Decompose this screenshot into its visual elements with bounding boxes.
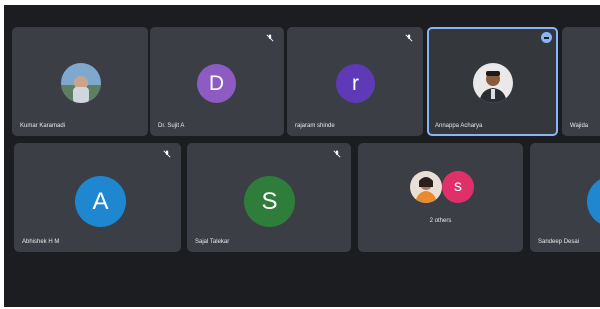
- participant-tile-sajal-talekar[interactable]: S Sajal Talekar: [187, 143, 351, 252]
- participant-tile-kumar-karamadi[interactable]: Kumar Karamadi: [12, 27, 148, 136]
- participant-photo: [410, 171, 442, 203]
- participant-name: Wajida: [570, 123, 589, 129]
- mic-off-icon: [333, 150, 341, 158]
- participant-avatar: A: [75, 176, 126, 227]
- participant-tile-sandeep-desai[interactable]: Sandeep Desai: [530, 143, 600, 252]
- participant-tile-wajida[interactable]: Wajida: [562, 27, 600, 136]
- mic-off-icon: [405, 34, 413, 42]
- others-count-label: 2 others: [429, 218, 452, 224]
- participant-name: Annappa Acharya: [435, 123, 483, 129]
- participant-avatar: D: [197, 64, 236, 103]
- participant-avatar: [587, 176, 600, 227]
- mic-off-icon: [163, 150, 171, 158]
- participant-tile-others[interactable]: s 2 others: [358, 143, 523, 252]
- participant-photo: [61, 63, 101, 103]
- participant-name: Abhishek H M: [22, 239, 60, 245]
- participant-name: rajaram shinde: [295, 123, 335, 129]
- speaking-indicator-icon: [541, 32, 552, 43]
- participant-name: Dr. Sujit A: [158, 123, 185, 129]
- mic-off-icon: [266, 34, 274, 42]
- participant-name: Kumar Karamadi: [20, 123, 66, 129]
- participant-tile-dr-sujit[interactable]: D Dr. Sujit A: [150, 27, 284, 136]
- meeting-grid: Kumar Karamadi D Dr. Sujit A r rajaram s…: [4, 5, 600, 307]
- participant-name: Sajal Talekar: [195, 239, 230, 245]
- participant-avatar: s: [442, 171, 474, 203]
- participant-tile-abhishek[interactable]: A Abhishek H M: [14, 143, 181, 252]
- participant-tile-annappa-acharya[interactable]: Annappa Acharya: [427, 27, 558, 136]
- participant-avatar: S: [244, 176, 295, 227]
- participant-name: Sandeep Desai: [538, 239, 580, 245]
- participant-avatar: r: [336, 64, 375, 103]
- participant-photo: [473, 63, 513, 103]
- participant-tile-rajaram-shinde[interactable]: r rajaram shinde: [287, 27, 423, 136]
